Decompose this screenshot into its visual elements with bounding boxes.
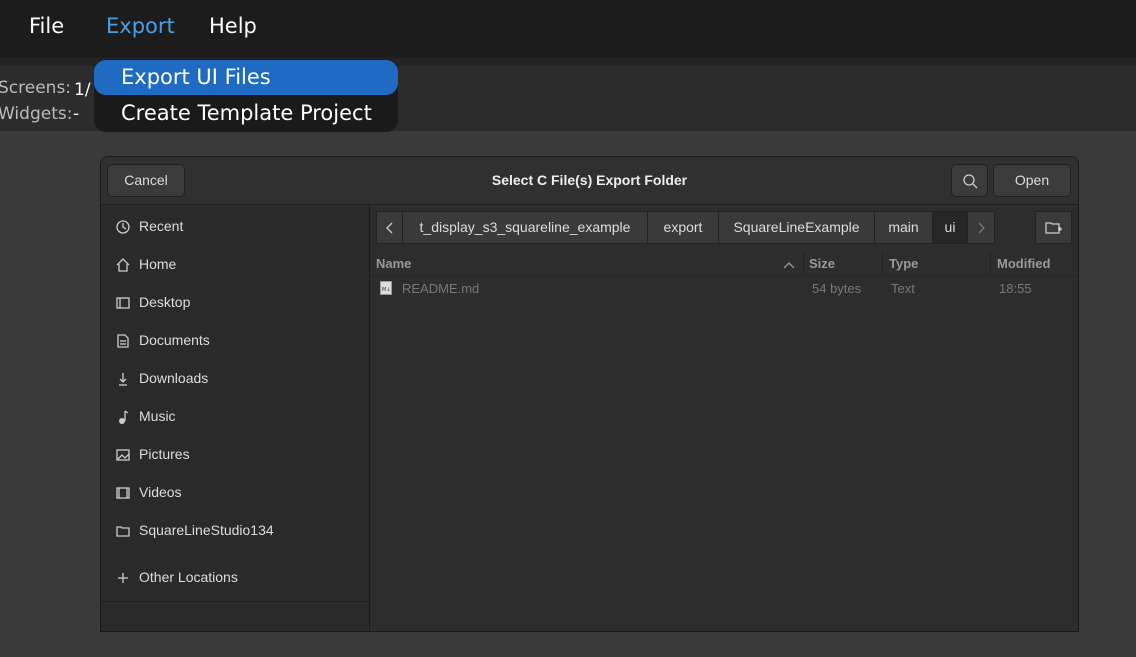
- picture-icon: [116, 449, 130, 461]
- sidebar-item-music[interactable]: Music: [101, 398, 369, 436]
- sidebar-item-recent[interactable]: Recent: [101, 208, 369, 246]
- breadcrumb-back-button[interactable]: [376, 211, 403, 244]
- sidebar-item-desktop[interactable]: Desktop: [101, 284, 369, 322]
- screens-label: Screens:: [0, 78, 72, 98]
- column-divider: [882, 252, 883, 274]
- places-sidebar: Recent Home Desktop Documents Downloads …: [101, 205, 370, 631]
- menu-file[interactable]: File: [29, 14, 64, 38]
- column-size[interactable]: Size: [809, 256, 835, 271]
- sidebar-item-label: Pictures: [139, 446, 190, 462]
- column-name[interactable]: Name: [376, 256, 411, 271]
- folder-icon: [116, 526, 130, 537]
- dialog-header: Cancel Select C File(s) Export Folder Op…: [101, 157, 1078, 205]
- new-folder-button[interactable]: [1035, 211, 1072, 244]
- sidebar-item-label: Documents: [139, 332, 210, 348]
- search-button[interactable]: [951, 164, 988, 197]
- chevron-right-icon: [978, 222, 985, 234]
- menu-help[interactable]: Help: [209, 14, 257, 38]
- dialog-title: Select C File(s) Export Folder: [491, 172, 688, 188]
- file-type: Text: [891, 281, 915, 296]
- breadcrumb-item[interactable]: SquareLineExample: [718, 211, 875, 244]
- menu-export[interactable]: Export: [106, 14, 175, 38]
- sidebar-divider: [101, 601, 369, 602]
- sidebar-item-downloads[interactable]: Downloads: [101, 360, 369, 398]
- sidebar-item-label: Recent: [139, 218, 184, 234]
- svg-text:M↓: M↓: [382, 287, 391, 293]
- download-icon: [119, 373, 127, 386]
- column-divider: [990, 252, 991, 274]
- menu-item-export-ui-files[interactable]: Export UI Files: [94, 60, 398, 95]
- sidebar-item-label: SquareLineStudio134: [139, 522, 274, 538]
- column-divider: [803, 252, 804, 274]
- markdown-file-icon: M↓: [380, 281, 392, 295]
- widgets-label: Widgets:: [0, 104, 73, 124]
- sidebar-item-label: Desktop: [139, 294, 191, 310]
- breadcrumb-forward-button[interactable]: [967, 211, 995, 244]
- video-icon: [116, 487, 130, 499]
- breadcrumb-item[interactable]: main: [874, 211, 933, 244]
- plus-icon: [118, 573, 128, 583]
- file-modified: 18:55: [999, 281, 1032, 296]
- document-icon: [117, 334, 129, 348]
- widgets-value: -: [73, 104, 80, 124]
- file-chooser-dialog: Cancel Select C File(s) Export Folder Op…: [100, 156, 1079, 632]
- sidebar-item-label: Downloads: [139, 370, 209, 386]
- file-size: 54 bytes: [812, 281, 862, 296]
- export-dropdown: Export UI Files Create Template Project: [94, 59, 398, 132]
- sidebar-item-videos[interactable]: Videos: [101, 474, 369, 512]
- desktop-icon: [116, 297, 130, 309]
- sidebar-item-pictures[interactable]: Pictures: [101, 436, 369, 474]
- header-divider: [370, 275, 1078, 276]
- new-folder-icon: [1044, 222, 1062, 234]
- sidebar-item-other-locations[interactable]: Other Locations: [101, 559, 369, 597]
- breadcrumb-item[interactable]: export: [647, 211, 719, 244]
- chevron-left-icon: [385, 222, 392, 234]
- breadcrumb-item[interactable]: t_display_s3_squareline_example: [402, 211, 648, 244]
- sort-ascending-icon[interactable]: [783, 261, 795, 269]
- column-modified[interactable]: Modified: [997, 256, 1050, 271]
- sidebar-item-documents[interactable]: Documents: [101, 322, 369, 360]
- home-icon: [116, 258, 130, 272]
- open-button[interactable]: Open: [993, 164, 1071, 197]
- sidebar-item-label: Other Locations: [139, 569, 238, 585]
- menu-item-create-template-project[interactable]: Create Template Project: [94, 96, 398, 131]
- search-icon: [962, 174, 977, 189]
- file-list-header: Name Size Type Modified: [370, 252, 1078, 276]
- clock-icon: [116, 220, 130, 234]
- file-row[interactable]: M↓ README.md 54 bytes Text 18:55: [370, 278, 1078, 300]
- sidebar-item-label: Videos: [139, 484, 182, 500]
- sidebar-item-home[interactable]: Home: [101, 246, 369, 284]
- file-name: README.md: [402, 281, 480, 296]
- music-icon: [119, 410, 129, 424]
- sidebar-item-squarelinestudio134[interactable]: SquareLineStudio134: [101, 512, 369, 550]
- breadcrumb-item-current[interactable]: ui: [932, 211, 968, 244]
- screens-value: 1/: [74, 80, 91, 100]
- sidebar-item-label: Home: [139, 256, 177, 272]
- menu-bar: File Export Help: [0, 0, 1136, 58]
- column-type[interactable]: Type: [889, 256, 918, 271]
- sidebar-item-label: Music: [139, 408, 176, 424]
